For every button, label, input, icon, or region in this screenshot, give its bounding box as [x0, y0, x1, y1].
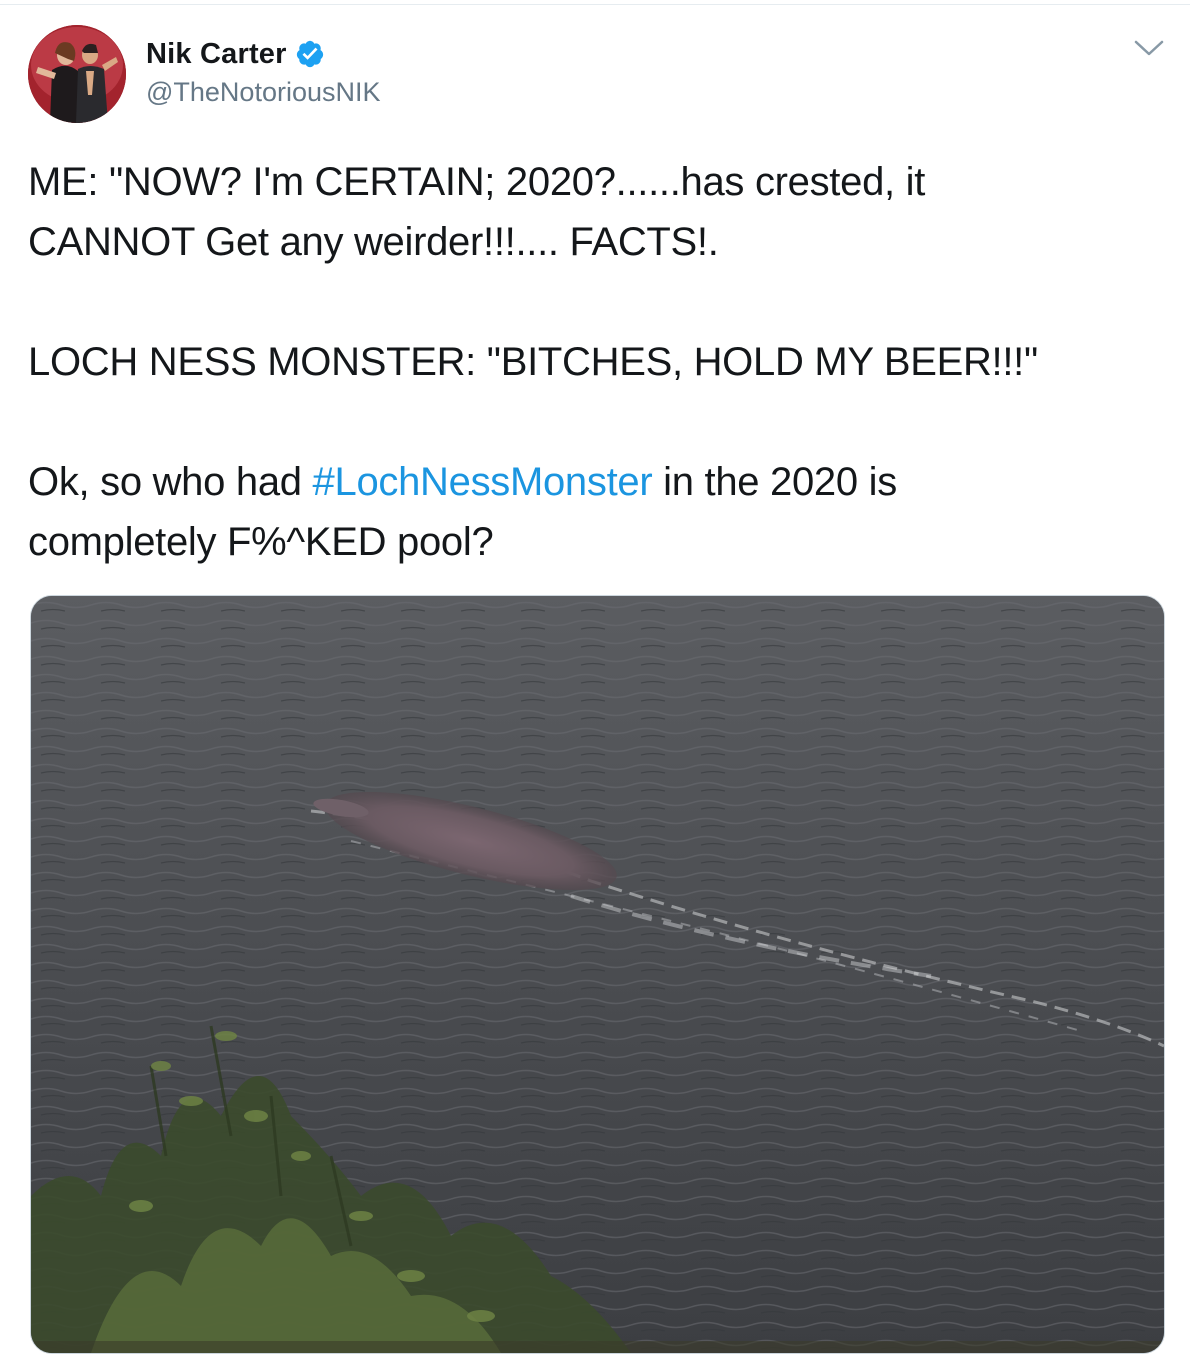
photo-icon	[31, 596, 1164, 1353]
tweet-text: ME: "NOW? I'm CERTAIN; 2020?......has cr…	[28, 152, 1168, 572]
tweet-line: CANNOT Get any weirder!!!.... FACTS!.	[28, 220, 719, 264]
display-name[interactable]: Nik Carter	[146, 38, 287, 71]
tweet-text-fragment: Ok, so who had	[28, 460, 313, 504]
tweet-line: LOCH NESS MONSTER: "BITCHES, HOLD MY BEE…	[28, 340, 1038, 384]
author-handle[interactable]: @TheNotoriousNIK	[146, 77, 381, 108]
top-divider	[0, 4, 1190, 5]
avatar-photo	[28, 25, 126, 123]
avatar[interactable]	[28, 25, 126, 123]
tweet-media-photo[interactable]	[30, 595, 1165, 1354]
author-row[interactable]: Nik Carter	[146, 34, 325, 74]
chevron-down-icon[interactable]	[1132, 36, 1166, 60]
tweet-line: completely F%^KED pool?	[28, 520, 494, 564]
hashtag-link[interactable]: #LochNessMonster	[313, 460, 653, 504]
tweet-line: ME: "NOW? I'm CERTAIN; 2020?......has cr…	[28, 160, 926, 204]
verified-badge-icon	[296, 40, 323, 68]
tweet-text-fragment: in the 2020 is	[652, 460, 897, 504]
tweet-line: Ok, so who had #LochNessMonster in the 2…	[28, 452, 1168, 512]
